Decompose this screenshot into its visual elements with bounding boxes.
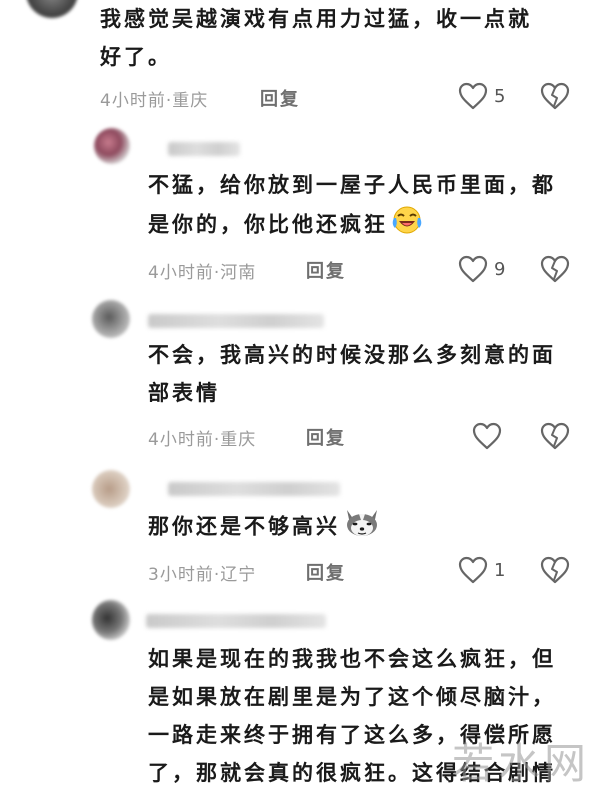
laugh-cry-emoji-icon [390, 204, 424, 248]
dislike-icon[interactable] [540, 255, 570, 283]
heart-icon [458, 255, 488, 283]
comment-line: 不会，我高兴的时候没那么多刻意的面 [148, 342, 556, 367]
comment-line: 是如果放在剧里是为了这个倾尽脑汁， [148, 684, 556, 709]
comment-text: 我感觉吴越演戏有点用力过猛，收一点就 好了。 [100, 0, 532, 76]
like-button[interactable]: 9 [458, 255, 505, 283]
reply-button[interactable]: 回复 [306, 424, 346, 450]
comment-line: 是你的，你比他还疯狂 [148, 204, 556, 248]
husky-dog-emoji-icon [342, 506, 382, 550]
user-avatar[interactable] [94, 128, 130, 164]
heart-icon [458, 82, 488, 110]
user-avatar[interactable] [26, 0, 78, 18]
comment-text: 不会，我高兴的时候没那么多刻意的面 部表情 [148, 336, 556, 412]
comment-line: 部表情 [148, 380, 220, 405]
dislike-icon[interactable] [540, 422, 570, 450]
like-button[interactable] [472, 422, 508, 450]
watermark: 若水网 [452, 739, 591, 786]
username-blurred[interactable] [168, 482, 340, 496]
comment-text: 那你还是不够高兴 [148, 506, 382, 550]
username-blurred[interactable] [148, 314, 324, 328]
comment-line: 不猛，给你放到一屋子人民币里面，都 [148, 172, 556, 197]
heart-icon [472, 422, 502, 450]
username-blurred[interactable] [168, 142, 240, 156]
dislike-icon[interactable] [540, 556, 570, 584]
user-avatar[interactable] [92, 470, 130, 508]
like-count: 1 [494, 559, 506, 581]
user-avatar[interactable] [92, 300, 130, 338]
reply-button[interactable]: 回复 [306, 559, 346, 585]
comment-meta: 4小时前·重庆 [148, 430, 257, 450]
comment-meta: 3小时前·辽宁 [148, 565, 257, 585]
comment-text: 不猛，给你放到一屋子人民币里面，都 是你的，你比他还疯狂 [148, 166, 556, 248]
username-blurred[interactable] [146, 614, 326, 628]
comment-line: 那你还是不够高兴 [148, 506, 382, 550]
comment-thread: 我感觉吴越演戏有点用力过猛，收一点就 好了。 4小时前·重庆 回复 5 不猛，给… [0, 0, 600, 786]
reply-button[interactable]: 回复 [306, 257, 346, 283]
reply-button[interactable]: 回复 [260, 85, 300, 111]
comment-meta: 4小时前·河南 [148, 263, 257, 283]
like-count: 5 [494, 85, 506, 107]
comment-line-text: 那你还是不够高兴 [148, 513, 340, 539]
like-button[interactable]: 1 [458, 556, 505, 584]
comment-meta: 4小时前·重庆 [100, 91, 209, 111]
like-button[interactable]: 5 [458, 82, 505, 110]
comment-line-text: 是你的，你比他还疯狂 [148, 211, 388, 237]
comment-line: 我感觉吴越演戏有点用力过猛，收一点就 [100, 6, 532, 31]
like-count: 9 [494, 258, 506, 280]
heart-icon [458, 556, 488, 584]
user-avatar[interactable] [92, 600, 130, 640]
comment-line: 如果是现在的我我也不会这么疯狂，但 [148, 646, 556, 671]
dislike-icon[interactable] [540, 82, 570, 110]
comment-line: 好了。 [100, 44, 172, 69]
